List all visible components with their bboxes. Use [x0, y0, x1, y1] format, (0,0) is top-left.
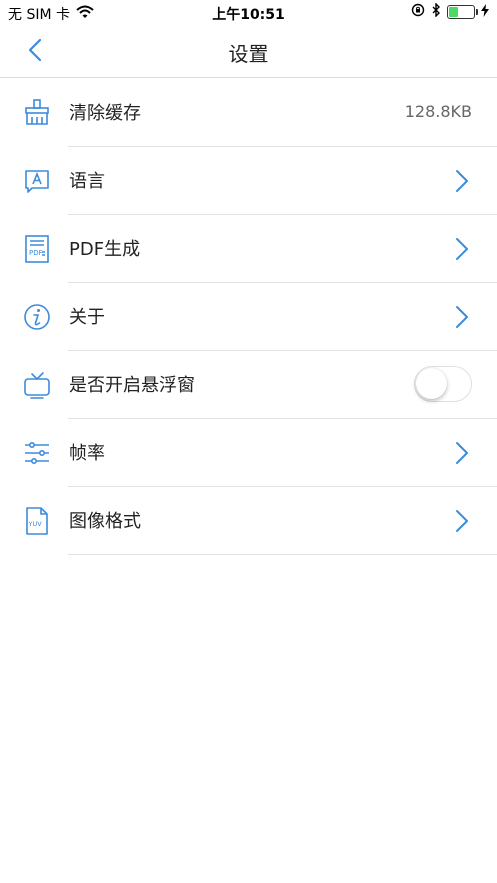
settings-item-label: 是否开启悬浮窗: [69, 375, 195, 396]
settings-item-label: PDF生成: [69, 239, 141, 260]
navigation-bar: 设置: [0, 26, 497, 78]
language-icon: [22, 166, 52, 196]
yuv-icon-text: YUV: [28, 520, 43, 528]
divider: [68, 554, 497, 555]
settings-item-clear-cache[interactable]: 清除缓存 128.8KB: [0, 78, 497, 147]
settings-item-label: 关于: [69, 307, 105, 328]
tv-icon: [22, 370, 52, 400]
toggle-knob: [416, 368, 447, 399]
chevron-right-icon: [455, 509, 469, 533]
settings-item-pdf[interactable]: PDF PDF生成: [0, 214, 497, 283]
floating-window-toggle[interactable]: [414, 366, 472, 402]
bluetooth-icon: [431, 2, 441, 21]
status-right: [411, 2, 489, 21]
chevron-right-icon: [455, 441, 469, 465]
pdf-icon: PDF: [22, 234, 52, 264]
settings-item-label: 图像格式: [69, 511, 141, 532]
broom-icon: [22, 98, 52, 128]
settings-list: 清除缓存 128.8KB 语言 PDF PDF生成 关于 是否开启悬浮窗 帧率 …: [0, 78, 497, 555]
settings-item-label: 帧率: [69, 443, 105, 464]
settings-item-image-format[interactable]: YUV 图像格式: [0, 486, 497, 555]
page-title: 设置: [228, 42, 269, 66]
yuv-file-icon: YUV: [22, 506, 52, 536]
chevron-right-icon: [455, 305, 469, 329]
settings-item-label: 清除缓存: [69, 103, 141, 124]
rotation-lock-icon: [411, 3, 425, 21]
status-bar: 无 SIM 卡 上午10:51: [0, 0, 497, 26]
settings-item-frame-rate[interactable]: 帧率: [0, 418, 497, 487]
chevron-right-icon: [455, 237, 469, 261]
settings-item-about[interactable]: 关于: [0, 282, 497, 351]
charging-icon: [481, 3, 489, 21]
settings-item-label: 语言: [69, 171, 105, 192]
settings-item-language[interactable]: 语言: [0, 146, 497, 215]
settings-item-floating-window: 是否开启悬浮窗: [0, 350, 497, 419]
chevron-right-icon: [455, 169, 469, 193]
info-icon: [22, 302, 52, 332]
sliders-icon: [22, 438, 52, 468]
pdf-icon-text: PDF: [29, 249, 43, 257]
battery-icon: [447, 5, 478, 19]
cache-size-value: 128.8KB: [404, 102, 472, 121]
